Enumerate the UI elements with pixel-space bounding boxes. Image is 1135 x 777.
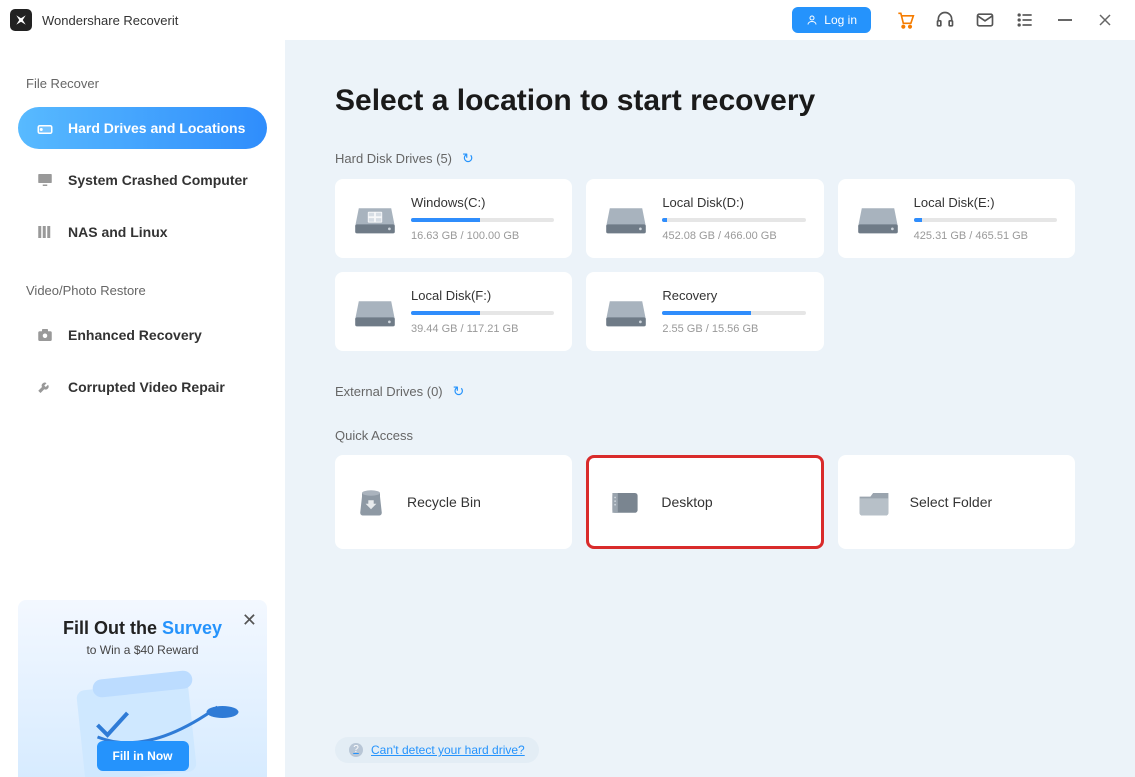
sidebar-item-label: Enhanced Recovery — [68, 327, 202, 343]
quick-access-card[interactable]: Recycle Bin — [335, 455, 572, 549]
survey-illustration: Fill in Now — [32, 667, 253, 777]
drive-bar — [411, 218, 554, 222]
drive-stats: 425.31 GB / 465.51 GB — [914, 230, 1057, 242]
wrench-icon — [36, 378, 54, 396]
monitor-icon — [36, 171, 54, 189]
drive-stats: 16.63 GB / 100.00 GB — [411, 230, 554, 242]
ext-group-title: External Drives (0) ↻ — [335, 383, 1075, 400]
drive-stats: 452.08 GB / 466.00 GB — [662, 230, 805, 242]
page-title: Select a location to start recovery — [335, 84, 1075, 118]
quick-access-card[interactable]: Select Folder — [838, 455, 1075, 549]
drive-name: Recovery — [662, 288, 805, 303]
login-button[interactable]: Log in — [792, 7, 871, 33]
drive-stats: 39.44 GB / 117.21 GB — [411, 323, 554, 335]
hdd-icon — [36, 119, 54, 137]
sidebar-item-nas-linux[interactable]: NAS and Linux — [18, 211, 267, 253]
close-icon[interactable]: ✕ — [242, 610, 257, 631]
drive-bar — [914, 218, 1057, 222]
fill-survey-button[interactable]: Fill in Now — [97, 741, 189, 771]
main-content: Select a location to start recovery Hard… — [285, 40, 1135, 777]
survey-subtitle: to Win a $40 Reward — [32, 643, 253, 657]
survey-title: Fill Out the Survey — [32, 618, 253, 639]
sidebar: File Recover Hard Drives and Locations S… — [0, 40, 285, 777]
login-label: Log in — [824, 13, 857, 27]
drive-card[interactable]: Recovery 2.55 GB / 15.56 GB — [586, 272, 823, 351]
sidebar-item-label: NAS and Linux — [68, 224, 168, 240]
mail-icon[interactable] — [975, 10, 995, 30]
drive-bar — [662, 311, 805, 315]
quick-access-name: Recycle Bin — [407, 494, 481, 510]
drive-card[interactable]: Windows(C:) 16.63 GB / 100.00 GB — [335, 179, 572, 258]
camera-icon — [36, 326, 54, 344]
drive-name: Local Disk(D:) — [662, 195, 805, 210]
hdd-group-title: Hard Disk Drives (5) ↻ — [335, 150, 1075, 167]
quick-access-card[interactable]: Desktop — [586, 455, 823, 549]
sidebar-item-label: Hard Drives and Locations — [68, 120, 245, 136]
drive-bar — [411, 311, 554, 315]
section-file-recover: File Recover — [26, 76, 267, 91]
drive-bar — [662, 218, 805, 222]
drive-card[interactable]: Local Disk(D:) 452.08 GB / 466.00 GB — [586, 179, 823, 258]
quick-access-name: Select Folder — [910, 494, 992, 510]
drive-stats: 2.55 GB / 15.56 GB — [662, 323, 805, 335]
sidebar-item-system-crashed[interactable]: System Crashed Computer — [18, 159, 267, 201]
qa-group-title: Quick Access — [335, 428, 1075, 443]
close-button[interactable] — [1095, 10, 1115, 30]
app-title: Wondershare Recoverit — [42, 13, 178, 28]
sidebar-item-video-repair[interactable]: Corrupted Video Repair — [18, 366, 267, 408]
sidebar-item-enhanced-recovery[interactable]: Enhanced Recovery — [18, 314, 267, 356]
cart-icon[interactable] — [895, 10, 915, 30]
quick-access-name: Desktop — [661, 494, 712, 510]
app-logo — [10, 9, 32, 31]
section-video-photo: Video/Photo Restore — [26, 283, 267, 298]
headset-icon[interactable] — [935, 10, 955, 30]
refresh-icon[interactable]: ↻ — [453, 383, 465, 400]
sidebar-item-hard-drives[interactable]: Hard Drives and Locations — [18, 107, 267, 149]
survey-card: ✕ Fill Out the Survey to Win a $40 Rewar… — [18, 600, 267, 777]
refresh-icon[interactable]: ↻ — [462, 150, 474, 167]
drive-name: Windows(C:) — [411, 195, 554, 210]
help-link[interactable]: ? Can't detect your hard drive? — [335, 737, 539, 763]
sidebar-item-label: System Crashed Computer — [68, 172, 248, 188]
drive-name: Local Disk(F:) — [411, 288, 554, 303]
sidebar-item-label: Corrupted Video Repair — [68, 379, 225, 395]
drive-name: Local Disk(E:) — [914, 195, 1057, 210]
drive-card[interactable]: Local Disk(E:) 425.31 GB / 465.51 GB — [838, 179, 1075, 258]
nas-icon — [36, 223, 54, 241]
drive-card[interactable]: Local Disk(F:) 39.44 GB / 117.21 GB — [335, 272, 572, 351]
help-text: Can't detect your hard drive? — [371, 743, 525, 757]
minimize-button[interactable] — [1055, 10, 1075, 30]
help-icon: ? — [349, 743, 363, 757]
menu-icon[interactable] — [1015, 10, 1035, 30]
